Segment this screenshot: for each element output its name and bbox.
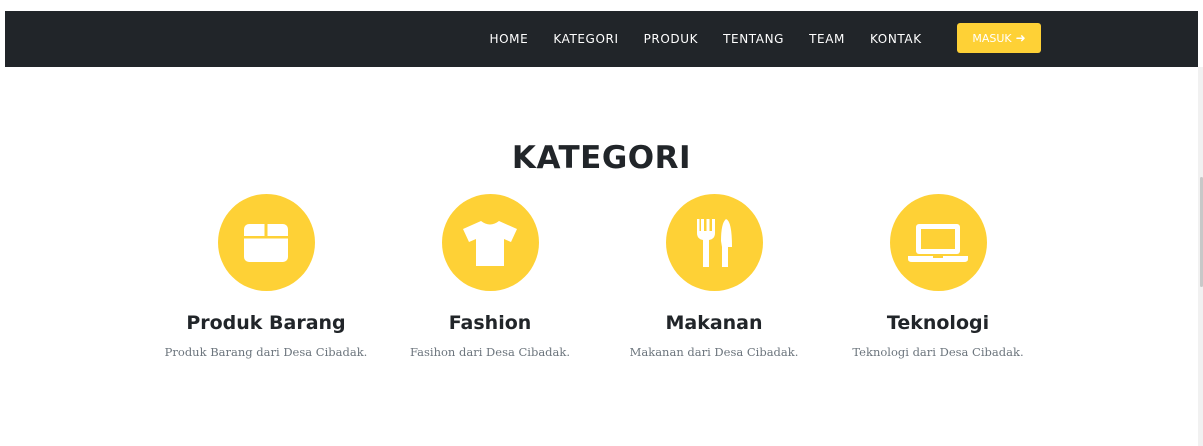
category-makanan: Makanan Makanan dari Desa Cibadak. xyxy=(594,194,834,359)
category-fashion: Fashion Fasihon dari Desa Cibadak. xyxy=(370,194,610,359)
nav-link-home[interactable]: HOME xyxy=(477,32,541,46)
category-title: Produk Barang xyxy=(186,312,346,334)
category-icon-circle xyxy=(665,194,763,291)
category-description: Fasihon dari Desa Cibadak. xyxy=(409,345,571,359)
utensils-icon xyxy=(697,218,732,267)
sign-in-icon: ➜ xyxy=(1015,31,1026,45)
laptop-icon xyxy=(908,223,968,262)
category-description: Teknologi dari Desa Cibadak. xyxy=(852,345,1024,359)
category-icon-circle xyxy=(217,194,315,291)
nav-link-team[interactable]: TEAM xyxy=(797,32,858,46)
scrollbar[interactable] xyxy=(1198,67,1203,446)
category-teknologi: Teknologi Teknologi dari Desa Cibadak. xyxy=(818,194,1058,359)
nav-link-produk[interactable]: PRODUK xyxy=(631,32,711,46)
category-description: Makanan dari Desa Cibadak. xyxy=(629,345,799,359)
box-icon xyxy=(244,223,288,262)
nav-link-tentang[interactable]: TENTANG xyxy=(711,32,797,46)
category-title: Makanan xyxy=(665,312,763,334)
tshirt-icon xyxy=(463,220,517,266)
page: HOME KATEGORI PRODUK TENTANG TEAM KONTAK… xyxy=(0,0,1203,446)
category-produk-barang: Produk Barang Produk Barang dari Desa Ci… xyxy=(146,194,386,359)
category-description: Produk Barang dari Desa Cibadak. xyxy=(164,345,368,359)
login-button[interactable]: MASUK ➜ xyxy=(957,23,1041,53)
category-title: Teknologi xyxy=(886,312,990,334)
nav-links: HOME KATEGORI PRODUK TENTANG TEAM KONTAK xyxy=(477,11,934,67)
category-icon-circle xyxy=(889,194,987,291)
login-button-label: MASUK xyxy=(972,31,1012,45)
category-icon-circle xyxy=(441,194,539,291)
category-title: Fashion xyxy=(448,312,532,334)
nav-link-kategori[interactable]: KATEGORI xyxy=(541,32,631,46)
nav-link-kontak[interactable]: KONTAK xyxy=(857,32,934,46)
navbar: HOME KATEGORI PRODUK TENTANG TEAM KONTAK… xyxy=(5,11,1198,67)
section-title: KATEGORI xyxy=(511,140,692,176)
